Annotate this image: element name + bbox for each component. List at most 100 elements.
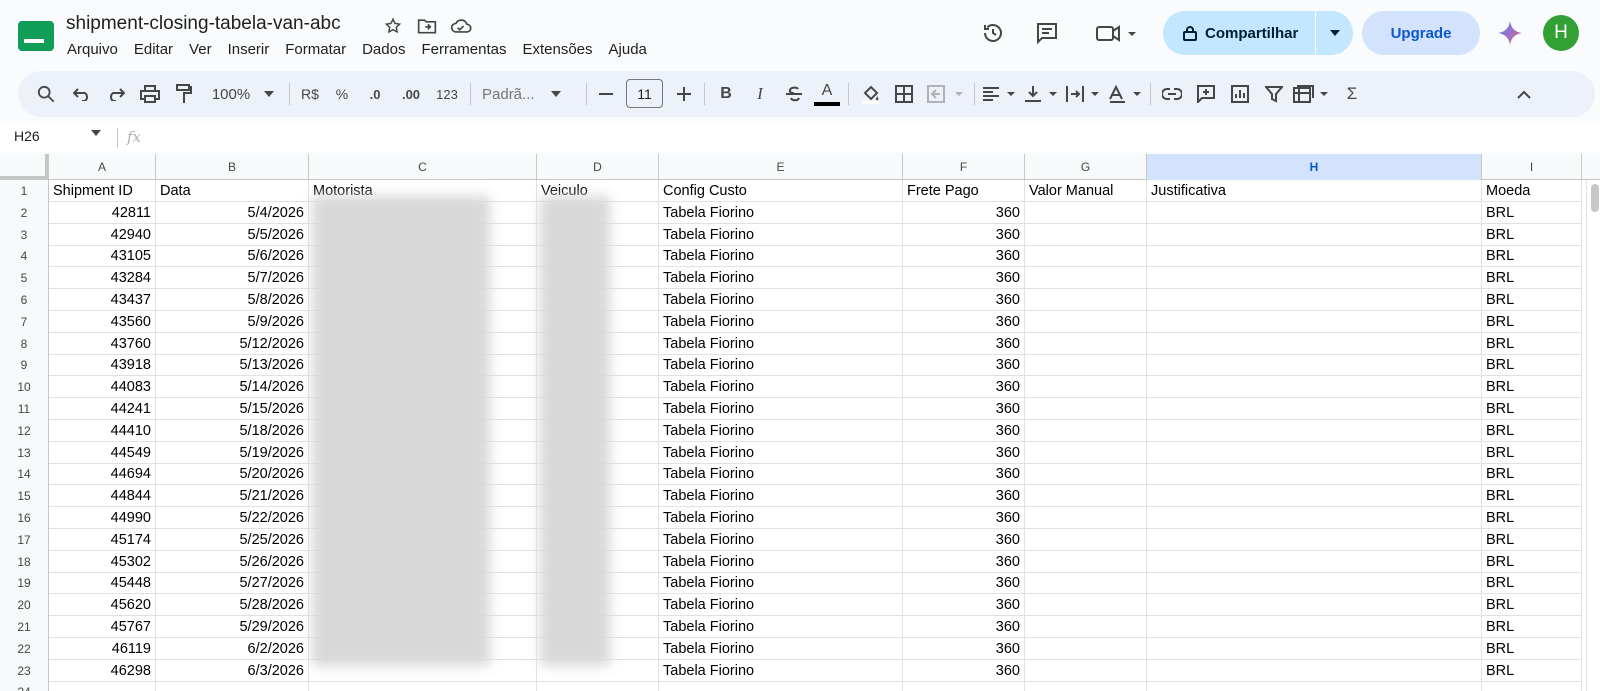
cell-f18[interactable]: 360 <box>903 550 1025 573</box>
strikethrough-icon[interactable] <box>780 71 808 117</box>
cell-h7[interactable] <box>1147 310 1482 333</box>
redo-icon[interactable] <box>102 71 130 117</box>
cell-i14[interactable]: BRL <box>1482 463 1582 486</box>
cell-h10[interactable] <box>1147 376 1482 399</box>
cell-e24[interactable] <box>659 681 903 691</box>
cell-a11[interactable]: 44241 <box>49 398 156 420</box>
cell-h16[interactable] <box>1147 507 1482 529</box>
cell-a15[interactable]: 44844 <box>49 485 156 508</box>
cell-g4[interactable] <box>1025 245 1147 268</box>
horizontal-align-icon[interactable] <box>980 71 1020 117</box>
cell-f23[interactable]: 360 <box>903 659 1025 682</box>
increase-decimal-button[interactable]: .00 <box>396 71 426 117</box>
cell-i15[interactable]: BRL <box>1482 485 1582 508</box>
cell-b4[interactable]: 5/6/2026 <box>156 245 309 268</box>
cell-h18[interactable] <box>1147 550 1482 573</box>
row-number[interactable]: 3 <box>0 223 49 246</box>
cell-i11[interactable]: BRL <box>1482 398 1582 420</box>
cell-e1[interactable]: Config Custo <box>659 180 903 202</box>
cell-a20[interactable]: 45620 <box>49 594 156 617</box>
menu-extensoes[interactable]: Extensões <box>514 39 600 60</box>
cell-h1[interactable]: Justificativa <box>1147 180 1482 202</box>
column-header-g[interactable]: G <box>1025 154 1147 180</box>
cell-a2[interactable]: 42811 <box>49 201 156 224</box>
cell-b17[interactable]: 5/25/2026 <box>156 528 309 551</box>
cell-e4[interactable]: Tabela Fiorino <box>659 245 903 268</box>
cell-h12[interactable] <box>1147 419 1482 442</box>
column-header-e[interactable]: E <box>659 154 903 180</box>
cell-b2[interactable]: 5/4/2026 <box>156 201 309 224</box>
document-title[interactable]: shipment-closing-tabela-van-abc <box>66 13 341 35</box>
cell-i12[interactable]: BRL <box>1482 419 1582 442</box>
cell-f2[interactable]: 360 <box>903 201 1025 224</box>
cell-e16[interactable]: Tabela Fiorino <box>659 507 903 529</box>
cell-e18[interactable]: Tabela Fiorino <box>659 550 903 573</box>
filter-views-icon[interactable] <box>1292 71 1332 117</box>
cell-g21[interactable] <box>1025 616 1147 638</box>
row-number[interactable]: 12 <box>0 419 49 442</box>
column-header-b[interactable]: B <box>156 154 309 180</box>
cell-e9[interactable]: Tabela Fiorino <box>659 354 903 377</box>
cell-i3[interactable]: BRL <box>1482 223 1582 246</box>
cell-a17[interactable]: 45174 <box>49 528 156 551</box>
cell-a18[interactable]: 45302 <box>49 550 156 573</box>
cell-b8[interactable]: 5/12/2026 <box>156 332 309 355</box>
cell-e11[interactable]: Tabela Fiorino <box>659 398 903 420</box>
cell-f9[interactable]: 360 <box>903 354 1025 377</box>
row-number[interactable]: 17 <box>0 528 49 551</box>
move-folder-icon[interactable] <box>416 15 438 37</box>
cell-e19[interactable]: Tabela Fiorino <box>659 572 903 595</box>
meet-video-icon[interactable] <box>1093 19 1141 47</box>
cell-h5[interactable] <box>1147 267 1482 290</box>
cell-g18[interactable] <box>1025 550 1147 573</box>
cell-a4[interactable]: 43105 <box>49 245 156 268</box>
column-header-a[interactable]: A <box>49 154 156 180</box>
cell-f3[interactable]: 360 <box>903 223 1025 246</box>
row-number[interactable]: 1 <box>0 180 49 202</box>
row-number[interactable]: 11 <box>0 398 49 420</box>
cell-i21[interactable]: BRL <box>1482 616 1582 638</box>
font-size-input[interactable]: 11 <box>626 79 663 108</box>
cell-h23[interactable] <box>1147 659 1482 682</box>
cell-h21[interactable] <box>1147 616 1482 638</box>
cell-h22[interactable] <box>1147 637 1482 660</box>
cell-g2[interactable] <box>1025 201 1147 224</box>
cell-e3[interactable]: Tabela Fiorino <box>659 223 903 246</box>
cell-i10[interactable]: BRL <box>1482 376 1582 399</box>
cell-b20[interactable]: 5/28/2026 <box>156 594 309 617</box>
row-number[interactable]: 19 <box>0 572 49 595</box>
cell-a23[interactable]: 46298 <box>49 659 156 682</box>
cell-b5[interactable]: 5/7/2026 <box>156 267 309 290</box>
cell-h17[interactable] <box>1147 528 1482 551</box>
gemini-icon[interactable] <box>1497 20 1523 46</box>
cell-a16[interactable]: 44990 <box>49 507 156 529</box>
cell-i18[interactable]: BRL <box>1482 550 1582 573</box>
cell-e12[interactable]: Tabela Fiorino <box>659 419 903 442</box>
insert-link-icon[interactable] <box>1158 71 1186 117</box>
share-dropdown-button[interactable] <box>1316 11 1353 55</box>
cell-g13[interactable] <box>1025 441 1147 464</box>
share-button[interactable]: Compartilhar <box>1163 11 1315 55</box>
cell-i2[interactable]: BRL <box>1482 201 1582 224</box>
row-number[interactable]: 5 <box>0 267 49 290</box>
cell-e17[interactable]: Tabela Fiorino <box>659 528 903 551</box>
cell-e21[interactable]: Tabela Fiorino <box>659 616 903 638</box>
cell-b10[interactable]: 5/14/2026 <box>156 376 309 399</box>
row-number[interactable]: 21 <box>0 616 49 638</box>
cell-b1[interactable]: Data <box>156 180 309 202</box>
fill-color-icon[interactable] <box>856 71 886 117</box>
star-icon[interactable] <box>382 15 404 37</box>
row-number[interactable]: 6 <box>0 289 49 311</box>
cell-g3[interactable] <box>1025 223 1147 246</box>
cell-f5[interactable]: 360 <box>903 267 1025 290</box>
cell-a7[interactable]: 43560 <box>49 310 156 333</box>
sheets-logo-icon[interactable] <box>18 21 54 51</box>
cell-h13[interactable] <box>1147 441 1482 464</box>
cell-i24[interactable] <box>1482 681 1582 691</box>
cell-i17[interactable]: BRL <box>1482 528 1582 551</box>
cell-e2[interactable]: Tabela Fiorino <box>659 201 903 224</box>
cell-g22[interactable] <box>1025 637 1147 660</box>
functions-button[interactable]: Σ <box>1338 71 1366 117</box>
cell-i8[interactable]: BRL <box>1482 332 1582 355</box>
cell-h24[interactable] <box>1147 681 1482 691</box>
